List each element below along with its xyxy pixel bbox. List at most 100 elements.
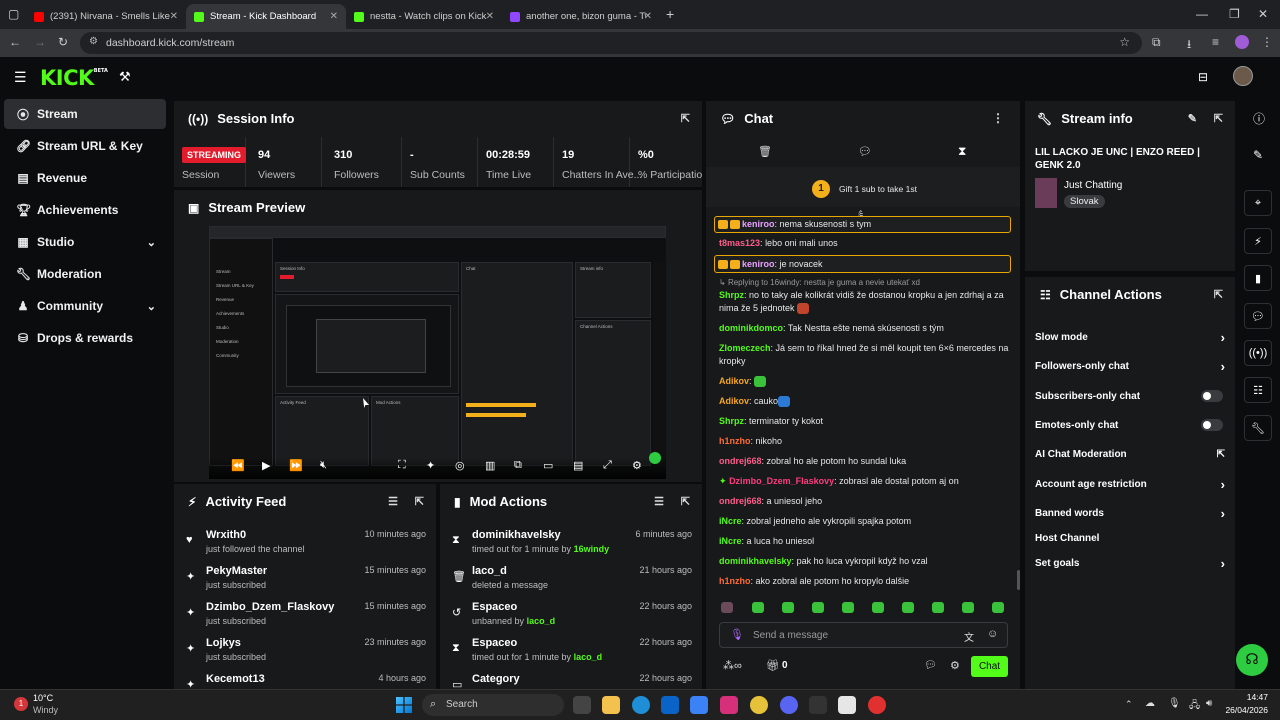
weather-desc[interactable]: Windy <box>33 705 58 715</box>
slow-mode-row[interactable]: Slow mode › <box>1035 330 1225 345</box>
hourglass-icon[interactable]: ⧗ <box>958 144 966 159</box>
effects-icon[interactable]: ✦ <box>426 459 435 472</box>
host-channel-row[interactable]: Host Channel <box>1035 533 1225 544</box>
help-headset-button[interactable]: ☊ <box>1236 644 1268 676</box>
popout-icon[interactable]: ⇱ <box>1214 288 1223 301</box>
close-tab-icon[interactable]: ✕ <box>170 11 178 22</box>
account-age-row[interactable]: Account age restriction › <box>1035 477 1225 492</box>
browser-menu-icon[interactable]: ⋮ <box>1261 35 1273 49</box>
app-icon[interactable] <box>868 696 886 714</box>
back-icon[interactable]: ← <box>9 35 21 49</box>
close-window-icon[interactable]: ✕ <box>1258 7 1268 21</box>
weather-temp[interactable]: 10°C <box>33 693 53 703</box>
clock-date[interactable]: 26/04/2026 <box>1218 705 1268 715</box>
sidebar-item-drops-rewards[interactable]: ⛁ Drops & rewards <box>4 323 166 353</box>
edit-pencil-icon[interactable]: ✎ <box>1253 148 1263 162</box>
kebab-menu-icon[interactable]: ⋮ <box>992 111 1004 125</box>
unreal-icon[interactable] <box>838 696 856 714</box>
list-rail-button[interactable]: ☷ <box>1244 377 1272 403</box>
chat-settings-bubble-icon[interactable]: 💬︎ <box>924 660 937 671</box>
chat-input[interactable]: 🎙︎ Send a message 文 ☺ <box>719 622 1008 648</box>
minimize-icon[interactable]: — <box>1196 7 1208 21</box>
forward-icon[interactable]: → <box>34 35 46 49</box>
close-tab-icon[interactable]: ✕ <box>330 11 338 22</box>
microphone-icon[interactable]: 🎙︎ <box>730 628 744 641</box>
downloads-icon[interactable]: ⭳ <box>1187 35 1191 56</box>
tools-icon[interactable]: ⚒ <box>119 69 131 85</box>
windows-start-icon[interactable] <box>396 697 412 713</box>
extensions-icon[interactable]: ⧉ <box>1152 35 1161 50</box>
url-input[interactable]: ⚙ dashboard.kick.com/stream ☆ <box>80 32 1142 54</box>
settings-gear-icon[interactable]: ⚙ <box>632 459 642 472</box>
maximize-icon[interactable]: ❐ <box>1229 7 1240 21</box>
popout-icon[interactable]: ⇱ <box>681 495 690 508</box>
toggle-view-icon[interactable]: ⊟ <box>1198 70 1208 84</box>
site-info-icon[interactable]: ⚙ <box>89 36 98 47</box>
outlook-icon[interactable] <box>661 696 679 714</box>
tab-menu-icon[interactable]: ▢ <box>8 7 19 21</box>
fast-forward-icon[interactable]: ⏩ <box>289 459 303 472</box>
stream-video-player[interactable]: Stream Stream URL & Key Revenue Achievement… <box>209 226 666 479</box>
bookmark-star-icon[interactable]: ☆ <box>1119 35 1130 49</box>
browser-tab-twitch[interactable]: another one, bizon guma - Twit ✕ <box>502 4 660 29</box>
filter-icon[interactable]: ☰ <box>654 495 664 508</box>
close-tab-icon[interactable]: ✕ <box>644 11 652 22</box>
popout-icon[interactable]: ⇱ <box>681 112 690 125</box>
chat-mode-icon[interactable]: 💬︎ <box>858 145 872 158</box>
sidebar-item-moderation[interactable]: 🔧︎ Moderation <box>4 259 166 289</box>
filmstrip-icon[interactable]: ▥ <box>485 459 495 472</box>
subscribers-only-toggle[interactable] <box>1201 390 1223 402</box>
lightning-rail-button[interactable]: ⚡︎ <box>1244 228 1272 254</box>
emote-icon[interactable] <box>721 602 733 613</box>
popout-icon[interactable]: ⇱ <box>1214 112 1223 125</box>
trash-icon[interactable]: 🗑︎ <box>758 145 772 158</box>
infinity-icon[interactable]: ⁂∞ <box>723 659 742 672</box>
emote-icon[interactable] <box>842 602 854 613</box>
sidebar-item-achievements[interactable]: 🏆︎ Achievements <box>4 195 166 225</box>
settings-gear-icon[interactable]: ⚙ <box>950 659 960 672</box>
chrome-icon[interactable] <box>750 696 768 714</box>
ai-moderation-row[interactable]: AI Chat Moderation ⇱ <box>1035 449 1225 460</box>
play-icon[interactable]: ▶ <box>262 459 270 472</box>
info-icon[interactable]: ⓘ <box>1253 110 1265 127</box>
broadcast-rail-button[interactable]: ((•)) <box>1244 340 1272 366</box>
sidebar-item-stream-url-key[interactable]: 🔗︎ Stream URL & Key <box>4 131 166 161</box>
browser-tab-kick-dashboard[interactable]: Stream - Kick Dashboard ✕ <box>186 4 346 29</box>
theater-icon[interactable]: ▤ <box>573 459 583 472</box>
new-tab-icon[interactable]: + <box>666 6 674 22</box>
sidebar-item-studio[interactable]: ▦ Studio ⌄ <box>4 227 166 257</box>
clock-time[interactable]: 14:47 <box>1224 692 1268 702</box>
gift-icon[interactable]: 🎁︎ <box>766 659 780 672</box>
close-tab-icon[interactable]: ✕ <box>486 11 494 22</box>
popout-icon[interactable]: ⇱ <box>415 495 424 508</box>
browser-tab-kick-clips[interactable]: nestta - Watch clips on Kick ✕ <box>346 4 502 29</box>
record-icon[interactable]: ◎ <box>455 459 465 472</box>
translate-icon[interactable]: 文 <box>964 629 974 644</box>
crop-icon[interactable]: ⛶ <box>398 459 406 472</box>
user-avatar[interactable] <box>1233 66 1253 86</box>
media-icon[interactable]: ≡ <box>1212 35 1219 49</box>
instagram-icon[interactable] <box>720 696 738 714</box>
banned-words-row[interactable]: Banned words › <box>1035 506 1225 521</box>
chat-rail-button[interactable]: 💬︎ <box>1244 303 1272 329</box>
set-goals-row[interactable]: Set goals › <box>1035 556 1225 571</box>
emoji-icon[interactable]: ☺ <box>987 628 998 640</box>
hamburger-menu-icon[interactable]: ☰ <box>14 69 27 86</box>
rewind-icon[interactable]: ⏪ <box>231 459 245 472</box>
store-icon[interactable] <box>690 696 708 714</box>
emote-icon[interactable] <box>962 602 974 613</box>
send-chat-button[interactable]: Chat <box>971 656 1008 677</box>
emote-icon[interactable] <box>992 602 1004 613</box>
edit-pencil-icon[interactable]: ✎ <box>1188 112 1197 125</box>
emotes-only-toggle[interactable] <box>1201 419 1223 431</box>
wrench-rail-button[interactable]: 🔧︎ <box>1244 415 1272 441</box>
tray-chevron-icon[interactable]: ⌃ <box>1125 699 1133 710</box>
network-icon[interactable]: 🖧︎ <box>1189 698 1200 715</box>
filter-icon[interactable]: ☰ <box>388 495 398 508</box>
sidebar-item-stream[interactable]: ⦿ Stream <box>4 99 166 129</box>
browser-tab-youtube[interactable]: (2391) Nirvana - Smells Like Tee ✕ <box>26 4 186 29</box>
profile-avatar[interactable] <box>1235 35 1249 49</box>
task-view-icon[interactable] <box>573 696 591 714</box>
emote-icon[interactable] <box>752 602 764 613</box>
emote-icon[interactable] <box>812 602 824 613</box>
